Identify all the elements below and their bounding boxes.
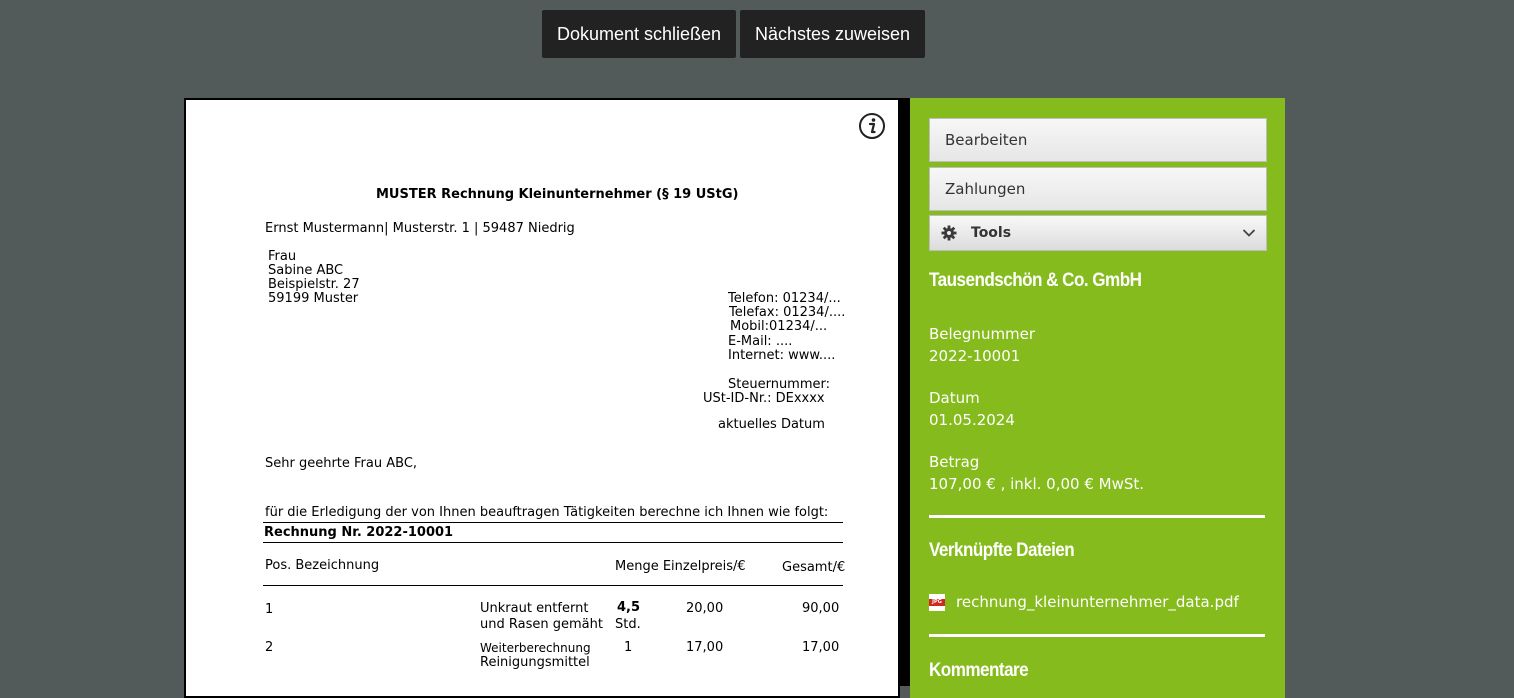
divider [263,522,843,523]
divider [263,585,843,586]
row-price: 17,00 [686,640,724,655]
row-qty: 4,5 [617,600,641,615]
file-icon: JPG [929,593,945,611]
assign-next-button[interactable]: Nächstes zuweisen [740,10,925,58]
row-desc: Unkraut entfernt [480,601,589,616]
row-price: 20,00 [686,601,724,616]
document-viewer[interactable]: MUSTER Rechnung Kleinunternehmer (§ 19 U… [184,98,900,698]
linked-files-title: Verknüpfte Dateien [929,540,1075,561]
row-qty: 1 [624,640,633,655]
gear-icon [941,225,957,241]
linked-file-item[interactable]: JPG rechnung_kleinunternehmer_data.pdf [929,592,1239,612]
receipt-number-value: 2022-10001 [929,347,1021,365]
row-pos: 2 [265,640,274,655]
section-divider [929,515,1265,518]
contact-line: Internet: www.... [728,348,836,363]
sender-line: Ernst Mustermann| Musterstr. 1 | 59487 N… [265,221,575,236]
receipt-number-label: Belegnummer [929,325,1036,343]
viewer-panel-divider [898,98,910,686]
section-divider [929,634,1265,637]
tools-dropdown[interactable]: Tools [929,215,1267,251]
chevron-down-icon [1242,229,1256,237]
row-pos: 1 [265,602,274,617]
file-name: rechnung_kleinunternehmer_data.pdf [956,593,1239,611]
row-total: 90,00 [802,601,840,616]
invoice-number: Rechnung Nr. 2022-10001 [264,525,454,540]
invoice-date: aktuelles Datum [718,417,825,432]
payments-button[interactable]: Zahlungen [929,167,1267,211]
vat-id: USt-ID-Nr.: DExxxx [703,391,825,406]
comments-title: Kommentare [929,660,1029,681]
tools-label: Tools [971,225,1012,241]
row-unit: Std. [615,617,641,632]
date-value: 01.05.2024 [929,411,1015,429]
table-header-qty-price: Menge Einzelpreis/€ [615,559,746,574]
file-type-label: JPG [929,598,945,606]
info-icon[interactable] [858,112,886,140]
row-desc: Weiterberechnung [480,641,591,655]
contact-line: Mobil:01234/... [730,319,828,334]
amount-value: 107,00 € , inkl. 0,00 € MwSt. [929,475,1145,493]
details-panel: Bearbeiten Zahlungen Tools Tausendschön … [910,98,1285,698]
row-desc: Reinigungsmittel [480,655,590,670]
row-desc: und Rasen gemäht [480,617,603,632]
invoice-title: MUSTER Rechnung Kleinunternehmer (§ 19 U… [376,187,739,202]
intro-text: für die Erledigung der von Ihnen beauftr… [265,505,829,520]
salutation: Sehr geehrte Frau ABC, [265,456,418,471]
divider [263,542,843,543]
row-total: 17,00 [802,640,840,655]
recipient-line: 59199 Muster [268,291,359,306]
table-header-pos: Pos. Bezeichnung [265,558,380,573]
edit-button[interactable]: Bearbeiten [929,118,1267,162]
amount-label: Betrag [929,453,980,471]
table-header-total: Gesamt/€ [782,560,846,575]
close-document-button[interactable]: Dokument schließen [542,10,736,58]
company-name: Tausendschön & Co. GmbH [929,270,1142,291]
date-label: Datum [929,389,980,407]
